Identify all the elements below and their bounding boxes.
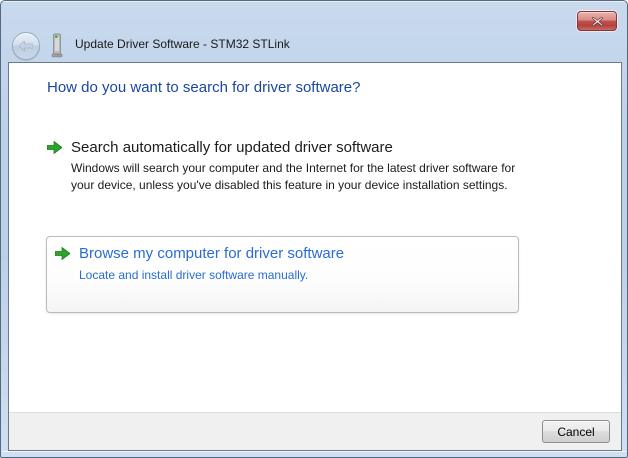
cancel-button[interactable]: Cancel <box>542 420 610 443</box>
update-driver-software-window: Update Driver Software - STM32 STLink Ho… <box>0 0 628 458</box>
green-arrow-icon <box>47 141 62 154</box>
bottom-frame-highlight <box>2 451 626 452</box>
main-instruction: How do you want to search for driver sof… <box>47 79 361 96</box>
option-description: Locate and install driver software manua… <box>79 268 309 282</box>
option-description: Windows will search your computer and th… <box>71 161 516 192</box>
green-arrow-icon <box>55 247 70 260</box>
wizard-header: Update Driver Software - STM32 STLink <box>1 29 627 63</box>
option-browse-computer[interactable]: Browse my computer for driver software L… <box>46 236 519 313</box>
option-title: Browse my computer for driver software <box>55 245 344 262</box>
driver-device-icon <box>51 33 63 58</box>
close-button[interactable] <box>577 11 617 31</box>
back-button[interactable] <box>12 32 40 60</box>
option-search-automatically[interactable]: Search automatically for updated driver … <box>47 139 557 194</box>
button-bar: Cancel <box>9 412 621 450</box>
window-title: Update Driver Software - STM32 STLink <box>75 37 290 51</box>
dialog-content: How do you want to search for driver sof… <box>9 63 621 412</box>
close-icon <box>591 16 603 26</box>
option-title: Search automatically for updated driver … <box>47 139 557 156</box>
dialog-body: How do you want to search for driver sof… <box>8 62 622 451</box>
back-arrow-icon <box>19 41 33 51</box>
